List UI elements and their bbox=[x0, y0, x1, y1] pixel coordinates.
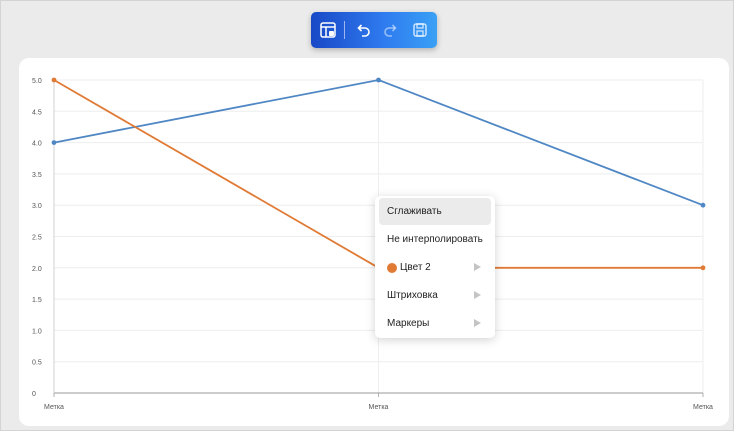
menu-item-label: Сглаживать bbox=[387, 206, 442, 217]
menu-item-markers[interactable]: Маркеры bbox=[379, 310, 491, 337]
menu-item-label: Маркеры bbox=[387, 318, 430, 329]
data-point-series-2 bbox=[51, 77, 57, 83]
save-icon bbox=[413, 23, 427, 37]
data-point-series-1 bbox=[700, 202, 706, 208]
submenu-arrow-icon bbox=[474, 319, 481, 327]
redo-button[interactable] bbox=[378, 17, 404, 43]
menu-item-hatching[interactable]: Штриховка bbox=[379, 282, 491, 309]
y-tick-label: 5.0 bbox=[32, 78, 42, 85]
data-point-series-1 bbox=[51, 140, 57, 145]
y-tick-label: 1.5 bbox=[32, 297, 42, 304]
toolbar-separator bbox=[344, 21, 345, 39]
data-point-series-1 bbox=[376, 77, 381, 83]
undo-icon bbox=[357, 24, 370, 37]
x-tick-label: Метка bbox=[44, 404, 64, 411]
y-tick-label: 3.0 bbox=[32, 203, 42, 210]
data-point-series-2 bbox=[700, 265, 706, 271]
line-chart[interactable]: 0 0.5 1.0 1.5 2.0 2.5 3.0 3.5 4.0 4.5 5.0 Метка Метк… bbox=[19, 58, 729, 426]
y-tick-label: 2.5 bbox=[32, 235, 42, 242]
y-tick-label: 0 bbox=[32, 391, 36, 398]
undo-button[interactable] bbox=[350, 17, 376, 43]
x-tick-label: Метка bbox=[693, 404, 713, 411]
y-tick-label: 2.0 bbox=[32, 266, 42, 273]
y-tick-label: 3.5 bbox=[32, 172, 42, 179]
y-tick-label: 4.0 bbox=[32, 141, 42, 148]
color-swatch-icon bbox=[387, 262, 397, 273]
x-tick-label: Метка bbox=[369, 404, 389, 411]
y-tick-label: 1.0 bbox=[32, 328, 42, 335]
menu-item-smooth[interactable]: Сглаживать bbox=[379, 198, 491, 225]
chart-panel: 0 0.5 1.0 1.5 2.0 2.5 3.0 3.5 4.0 4.5 5.0 Метка Метк… bbox=[19, 58, 729, 426]
submenu-arrow-icon bbox=[474, 263, 481, 271]
floating-toolbar bbox=[311, 12, 437, 48]
menu-item-label: Не интерполировать bbox=[387, 234, 483, 245]
menu-item-label: Штриховка bbox=[387, 290, 438, 301]
layout-settings-icon bbox=[320, 22, 336, 38]
submenu-arrow-icon bbox=[474, 291, 481, 299]
redo-icon bbox=[384, 24, 397, 37]
layout-settings-button[interactable] bbox=[315, 17, 341, 43]
menu-item-label: Цвет 2 bbox=[400, 262, 431, 273]
menu-item-no-interpolate[interactable]: Не интерполировать bbox=[379, 226, 491, 253]
y-tick-label: 4.5 bbox=[32, 109, 42, 116]
menu-item-color[interactable]: Цвет 2 bbox=[379, 254, 491, 281]
y-tick-label: 0.5 bbox=[32, 360, 42, 367]
context-menu: Сглаживать Не интерполировать Цвет 2 Штр… bbox=[375, 196, 495, 338]
save-button[interactable] bbox=[407, 17, 433, 43]
